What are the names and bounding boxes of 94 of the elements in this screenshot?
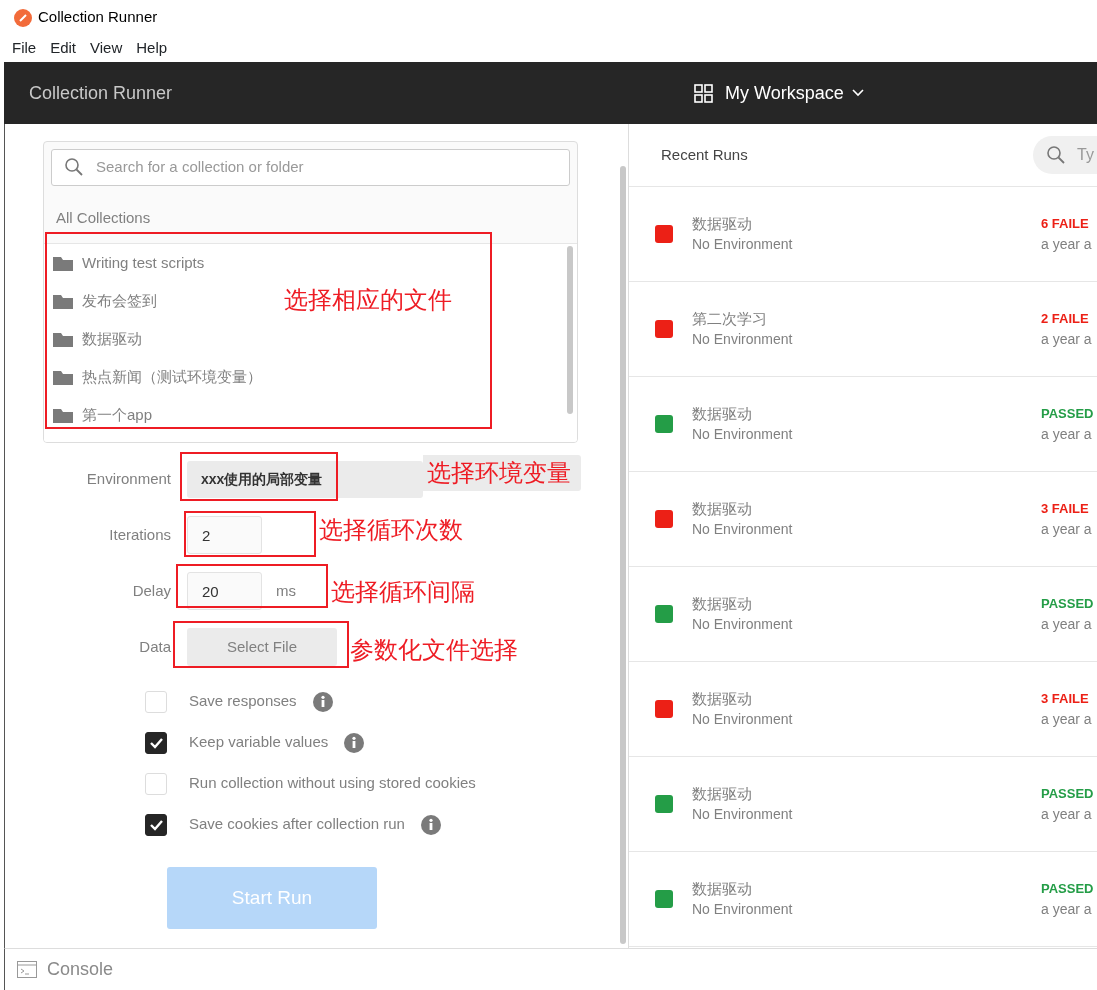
console-icon[interactable] bbox=[17, 961, 37, 978]
run-status: PASSED bbox=[1041, 785, 1094, 803]
option-label: Save cookies after collection run bbox=[189, 814, 405, 835]
run-name: 第二次学习 bbox=[692, 309, 768, 329]
run-status: 3 FAILE bbox=[1041, 690, 1089, 708]
unit-label: ms bbox=[276, 580, 296, 601]
header-title: Collection Runner bbox=[28, 81, 174, 105]
run-row[interactable]: 数据驱动 No Environment PASSED a year a bbox=[629, 757, 1097, 852]
run-environment: No Environment bbox=[692, 520, 793, 539]
checkbox[interactable] bbox=[145, 731, 167, 754]
run-status: 3 FAILE bbox=[1041, 500, 1089, 518]
folder-icon bbox=[53, 331, 73, 347]
search-icon bbox=[1047, 146, 1065, 164]
run-environment: No Environment bbox=[692, 330, 793, 349]
run-time: a year a bbox=[1041, 330, 1092, 348]
run-name: 数据驱动 bbox=[692, 784, 753, 804]
console-label[interactable]: Console bbox=[47, 956, 114, 983]
run-status: PASSED bbox=[1041, 405, 1094, 423]
collection-item[interactable]: 热点新闻（测试环境变量） bbox=[44, 358, 262, 396]
search-icon bbox=[65, 158, 83, 176]
run-environment: No Environment bbox=[692, 900, 793, 919]
run-time: a year a bbox=[1041, 710, 1092, 728]
folder-icon bbox=[53, 369, 73, 385]
annotation-text: 选择环境变量 bbox=[423, 455, 581, 491]
run-time: a year a bbox=[1041, 235, 1092, 253]
search-field[interactable]: Ty bbox=[1033, 136, 1097, 174]
run-row[interactable]: 数据驱动 No Environment 3 FAILE a year a bbox=[629, 472, 1097, 567]
folder-icon bbox=[53, 255, 73, 271]
run-time: a year a bbox=[1041, 615, 1092, 633]
run-row[interactable]: 数据驱动 No Environment PASSED a year a bbox=[629, 377, 1097, 472]
run-status: 2 FAILE bbox=[1041, 310, 1089, 328]
run-row[interactable]: 数据驱动 No Environment PASSED a year a bbox=[629, 852, 1097, 947]
workspace-selector[interactable]: My Workspace bbox=[725, 79, 844, 107]
run-row[interactable]: 数据驱动 No Environment PASSED a year a bbox=[629, 567, 1097, 662]
option-label: Save responses bbox=[189, 691, 297, 712]
option-label: Keep variable values bbox=[189, 732, 329, 753]
scrollbar[interactable] bbox=[620, 166, 626, 944]
run-environment: No Environment bbox=[692, 615, 793, 634]
menu-item[interactable]: File bbox=[12, 37, 37, 60]
annotation-text: 选择相应的文件 bbox=[284, 288, 452, 312]
search-input[interactable]: Search for a collection or folder bbox=[51, 149, 570, 186]
collection-item[interactable]: 发布会签到 bbox=[44, 282, 157, 320]
annotation-text: 选择循环次数 bbox=[319, 518, 463, 542]
menu-item[interactable]: View bbox=[90, 37, 123, 60]
placeholder-text: Ty bbox=[1077, 145, 1094, 165]
info-icon[interactable] bbox=[420, 814, 441, 835]
folder-icon bbox=[53, 293, 73, 309]
run-name: 数据驱动 bbox=[692, 214, 753, 234]
folder-icon bbox=[53, 407, 73, 423]
app-logo-icon bbox=[14, 8, 32, 27]
menu-item[interactable]: Help bbox=[136, 37, 168, 60]
delay-input[interactable]: 20 bbox=[187, 572, 262, 610]
annotation-text: 参数化文件选择 bbox=[350, 638, 518, 662]
run-time: a year a bbox=[1041, 425, 1092, 443]
run-name: 数据驱动 bbox=[692, 689, 753, 709]
run-name: 数据驱动 bbox=[692, 594, 753, 614]
collection-item[interactable]: 第一个app bbox=[44, 396, 153, 434]
run-environment: No Environment bbox=[692, 805, 793, 824]
run-status: PASSED bbox=[1041, 595, 1094, 613]
field-label: Environment bbox=[85, 468, 172, 489]
scrollbar[interactable] bbox=[567, 246, 573, 414]
run-environment: No Environment bbox=[692, 710, 793, 729]
run-name: 数据驱动 bbox=[692, 879, 753, 899]
collection-item[interactable]: Writing test scripts bbox=[44, 244, 205, 282]
run-name: 数据驱动 bbox=[692, 499, 753, 519]
grid-icon[interactable] bbox=[694, 83, 713, 103]
iterations-input[interactable]: 2 bbox=[187, 516, 262, 554]
section-heading: All Collections bbox=[56, 209, 151, 226]
run-row[interactable]: 数据驱动 No Environment 6 FAILE a year a bbox=[629, 187, 1097, 282]
info-icon[interactable] bbox=[344, 732, 365, 753]
caret-icon[interactable] bbox=[851, 89, 864, 97]
run-name: 数据驱动 bbox=[692, 404, 753, 424]
checkbox[interactable] bbox=[145, 813, 167, 836]
run-time: a year a bbox=[1041, 900, 1092, 918]
field-label: Iterations bbox=[108, 524, 172, 545]
run-environment: No Environment bbox=[692, 235, 793, 254]
select-file-button[interactable]: Select File bbox=[187, 628, 337, 666]
environment-dropdown[interactable]: xxx使用的局部变量 bbox=[187, 460, 423, 498]
panel-title: Recent Runs bbox=[661, 144, 748, 165]
field-label: Data bbox=[138, 636, 172, 657]
run-status: 6 FAILE bbox=[1041, 215, 1089, 233]
run-status: PASSED bbox=[1041, 880, 1094, 898]
option-label: Run collection without using stored cookies bbox=[189, 773, 476, 794]
collection-item[interactable]: 数据驱动 bbox=[44, 320, 142, 358]
menu-item[interactable]: Edit bbox=[50, 37, 77, 60]
annotation-text: 选择循环间隔 bbox=[331, 580, 475, 604]
window-title: Collection Runner bbox=[38, 7, 158, 28]
info-icon[interactable] bbox=[312, 691, 333, 712]
run-time: a year a bbox=[1041, 520, 1092, 538]
run-environment: No Environment bbox=[692, 425, 793, 444]
run-time: a year a bbox=[1041, 805, 1092, 823]
run-row[interactable]: 第二次学习 No Environment 2 FAILE a year a bbox=[629, 282, 1097, 377]
field-label: Delay bbox=[131, 580, 172, 601]
run-row[interactable]: 数据驱动 No Environment 3 FAILE a year a bbox=[629, 662, 1097, 757]
